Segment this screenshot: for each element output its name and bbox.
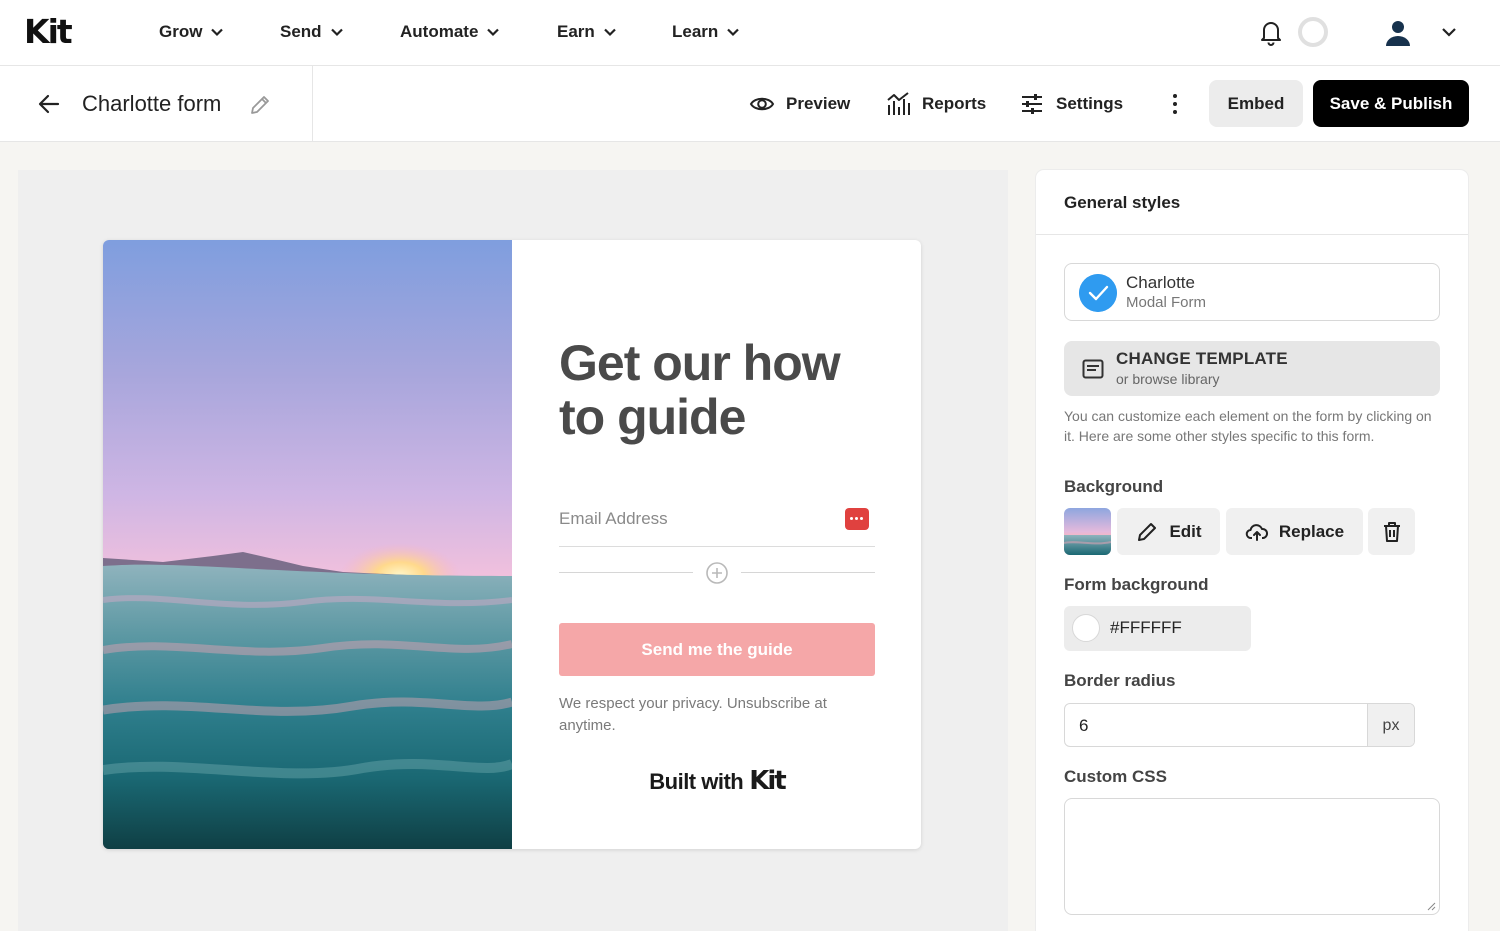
built-with-kit-badge[interactable]: Built with Kit — [559, 766, 875, 797]
color-swatch[interactable] — [1072, 614, 1100, 642]
settings-label: Settings — [1056, 94, 1124, 113]
custom-css-label: Custom CSS — [1064, 767, 1167, 786]
add-field-icon[interactable] — [705, 561, 729, 585]
background-thumbnail[interactable] — [1064, 508, 1111, 555]
border-radius-unit: px — [1367, 704, 1414, 746]
nav-learn-label: Learn — [672, 22, 719, 41]
back-arrow-icon[interactable] — [36, 91, 62, 117]
sliders-icon — [1022, 94, 1042, 114]
border-radius-input[interactable]: 6 px — [1064, 703, 1415, 747]
chevron-down-icon — [330, 28, 343, 37]
form-background-label: Form background — [1064, 575, 1209, 594]
replace-background-button[interactable]: Replace — [1226, 508, 1363, 555]
toolbar-divider — [312, 66, 313, 142]
nav-grow-label: Grow — [159, 22, 203, 41]
chevron-down-icon[interactable] — [1441, 24, 1457, 40]
nav-automate-label: Automate — [400, 22, 479, 41]
nav-earn[interactable]: Earn — [557, 20, 617, 44]
avatar-icon[interactable] — [1382, 16, 1414, 48]
nav-automate[interactable]: Automate — [400, 20, 500, 44]
more-options-icon[interactable] — [1165, 92, 1185, 116]
form-background-color-picker[interactable]: #FFFFFF — [1064, 606, 1251, 651]
cloud-upload-icon — [1245, 523, 1268, 541]
top-navigation: Kit Grow Send Automate Earn Learn — [0, 0, 1500, 66]
template-type: Modal Form — [1126, 294, 1207, 311]
save-publish-button[interactable]: Save & Publish — [1313, 80, 1469, 127]
embed-button[interactable]: Embed — [1209, 80, 1303, 127]
edit-background-button[interactable]: Edit — [1117, 508, 1220, 555]
panel-title: General styles — [1064, 193, 1181, 212]
settings-button[interactable]: Settings — [1019, 90, 1123, 118]
form-background-value[interactable]: #FFFFFF — [1110, 617, 1182, 639]
nav-earn-label: Earn — [557, 22, 595, 41]
editor-toolbar: Charlotte form Preview Reports Settings … — [0, 66, 1500, 142]
eye-icon — [749, 97, 775, 111]
email-placeholder: Email Address — [559, 509, 668, 528]
reports-label: Reports — [922, 94, 987, 113]
change-template-title: CHANGE TEMPLATE — [1116, 349, 1288, 368]
border-radius-value[interactable]: 6 — [1079, 715, 1088, 737]
edit-label: Edit — [1169, 521, 1202, 541]
chevron-down-icon — [211, 28, 224, 37]
kit-logo[interactable]: Kit — [24, 14, 73, 50]
preview-button[interactable]: Preview — [749, 90, 850, 118]
replace-label: Replace — [1278, 521, 1345, 541]
chevron-down-icon — [604, 28, 616, 37]
form-headline[interactable]: Get our how to guide — [559, 336, 879, 444]
change-template-subtitle: or browse library — [1116, 371, 1220, 387]
change-template-button[interactable]: CHANGE TEMPLATE or browse library — [1064, 341, 1440, 396]
send-guide-button[interactable]: Send me the guide — [559, 623, 875, 676]
nav-send-label: Send — [280, 22, 322, 41]
reports-button[interactable]: Reports — [885, 90, 986, 118]
bell-icon[interactable] — [1258, 18, 1284, 46]
nav-send[interactable]: Send — [280, 20, 344, 44]
panel-divider — [1036, 234, 1468, 235]
email-input[interactable]: Email Address — [559, 502, 875, 547]
delete-background-button[interactable] — [1368, 508, 1415, 555]
form-title[interactable]: Charlotte form — [82, 90, 221, 118]
template-name: Charlotte — [1126, 273, 1195, 292]
pencil-icon[interactable] — [248, 93, 272, 117]
general-styles-panel: General styles Charlotte Modal Form CHAN… — [1036, 170, 1468, 931]
border-radius-label: Border radius — [1064, 671, 1176, 690]
built-with-label: Built with — [649, 769, 744, 794]
template-icon — [1082, 359, 1104, 379]
background-label: Background — [1064, 477, 1164, 496]
ocean-sunset-image[interactable] — [103, 240, 512, 849]
chevron-down-icon — [487, 28, 500, 37]
preview-label: Preview — [786, 94, 851, 113]
password-manager-icon[interactable] — [845, 508, 869, 530]
chart-bars-icon — [887, 92, 910, 115]
add-field-row — [559, 560, 875, 586]
chevron-down-icon — [727, 28, 740, 37]
form-preview-card[interactable]: Get our how to guide Email Address Send … — [103, 240, 921, 849]
nav-grow[interactable]: Grow — [159, 20, 224, 44]
nav-learn[interactable]: Learn — [672, 20, 740, 44]
selected-template-card[interactable]: Charlotte Modal Form — [1064, 263, 1440, 321]
styles-hint-text: You can customize each element on the fo… — [1064, 408, 1432, 444]
status-ring-icon[interactable] — [1298, 17, 1328, 47]
pencil-icon — [1138, 522, 1157, 541]
check-circle-icon — [1079, 274, 1117, 312]
resize-grip-icon[interactable] — [1427, 902, 1436, 911]
trash-icon — [1383, 521, 1400, 542]
privacy-text[interactable]: We respect your privacy. Unsubscribe at … — [559, 693, 875, 737]
custom-css-textarea[interactable] — [1064, 798, 1440, 915]
kit-logo: Kit — [749, 766, 786, 796]
